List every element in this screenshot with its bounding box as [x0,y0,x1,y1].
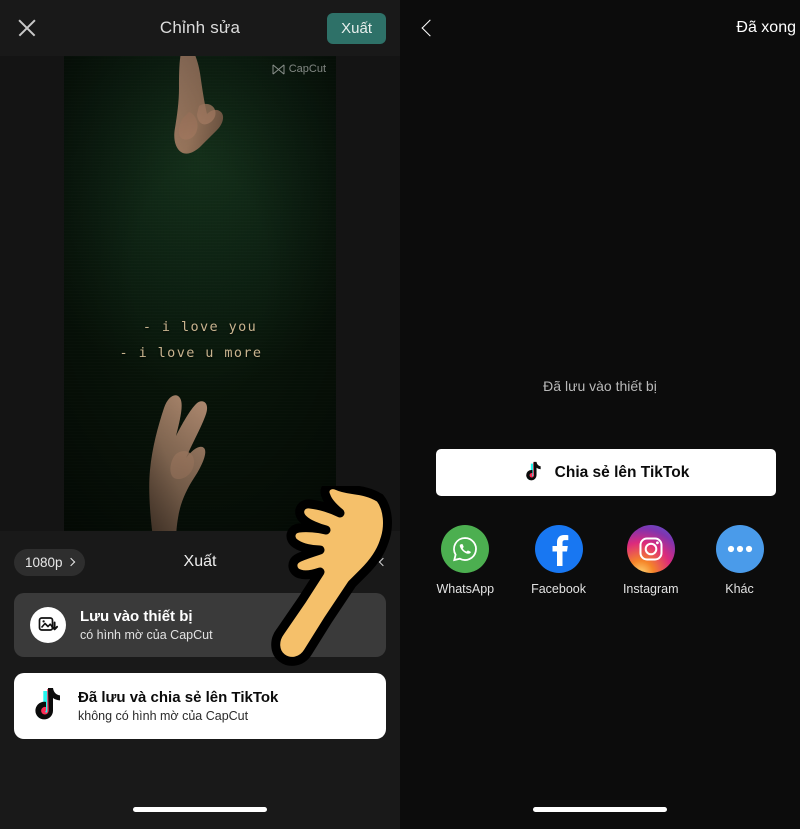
screenshot-pair: Chỉnh sửa Xuất - i love you - i love u m… [0,0,800,829]
tiktok-option-texts: Đã lưu và chia sẻ lên TikTok không có hì… [78,689,278,723]
save-to-device-option[interactable]: Lưu vào thiết bị có hình mờ của CapCut [14,593,386,657]
tiktok-icon [525,461,541,481]
chevron-right-icon [66,557,75,567]
capcut-watermark: CapCut [272,63,326,75]
save-status-text: Đã lưu vào thiết bị [543,378,657,394]
caption-line-1: - i love you [142,319,258,335]
video-preview-area[interactable]: - i love you - i love u more CapCut [0,56,400,531]
share-label: Instagram [622,582,679,596]
share-to-tiktok-label: Chia sẻ lên TikTok [554,463,690,481]
home-indicator [533,807,667,812]
caption-line-2: - i love u more [119,345,263,362]
right-topbar: Đã xong [400,0,800,56]
export-sheet: 1080p Xuất Lưu vào thiết bị có hình mờ c… [0,531,400,829]
share-target-instagram[interactable]: Instagram [623,525,679,596]
share-label: Khác [725,582,754,596]
share-target-more[interactable]: Khác [715,525,764,596]
option-subtitle: không có hình mờ của CapCut [78,709,249,723]
share-label: WhatsApp [436,582,495,596]
instagram-icon [626,525,675,573]
save-to-device-icon [30,607,66,643]
option-title: Lưu vào thiết bị [80,608,193,625]
save-and-share-tiktok-option[interactable]: Đã lưu và chia sẻ lên TikTok không có hì… [14,673,386,739]
share-target-facebook[interactable]: Facebook [531,525,586,596]
share-label: Facebook [531,582,586,596]
left-topbar: Chỉnh sửa Xuất [0,0,400,56]
export-button[interactable]: Xuất [327,12,386,44]
video-vignette [64,56,336,531]
export-sheet-header: 1080p Xuất [0,531,400,593]
back-chevron-icon[interactable] [421,19,439,37]
whatsapp-icon [441,525,490,573]
video-canvas[interactable]: - i love you - i love u more CapCut [64,56,336,531]
capcut-export-screen: Chỉnh sửa Xuất - i love you - i love u m… [0,0,400,829]
capcut-logo-icon [272,64,285,74]
quality-selector[interactable]: 1080p [14,548,85,576]
share-targets-row: WhatsApp Facebook Instagram Khác [400,525,800,596]
capcut-share-screen: Đã xong CapCut iMessage [400,0,800,829]
save-option-texts: Lưu vào thiết bị có hình mờ của CapCut [80,608,213,642]
quality-label: 1080p [25,554,63,570]
option-title: Đã lưu và chia sẻ lên TikTok [78,689,279,706]
close-icon[interactable] [14,15,40,41]
chevron-left-icon [378,557,388,567]
home-indicator [133,807,267,812]
share-target-whatsapp[interactable]: WhatsApp [436,525,494,596]
tiktok-icon [35,688,60,720]
watermark-label: CapCut [288,63,326,75]
sheet-next-button[interactable] [378,557,388,567]
video-caption: - i love you - i love u more [64,314,336,367]
share-to-tiktok-button[interactable]: Chia sẻ lên TikTok [436,449,776,496]
option-subtitle: có hình mờ của CapCut [80,628,213,642]
more-dots-icon [715,525,764,573]
facebook-icon [534,525,583,573]
done-button[interactable]: Đã xong [736,19,796,37]
